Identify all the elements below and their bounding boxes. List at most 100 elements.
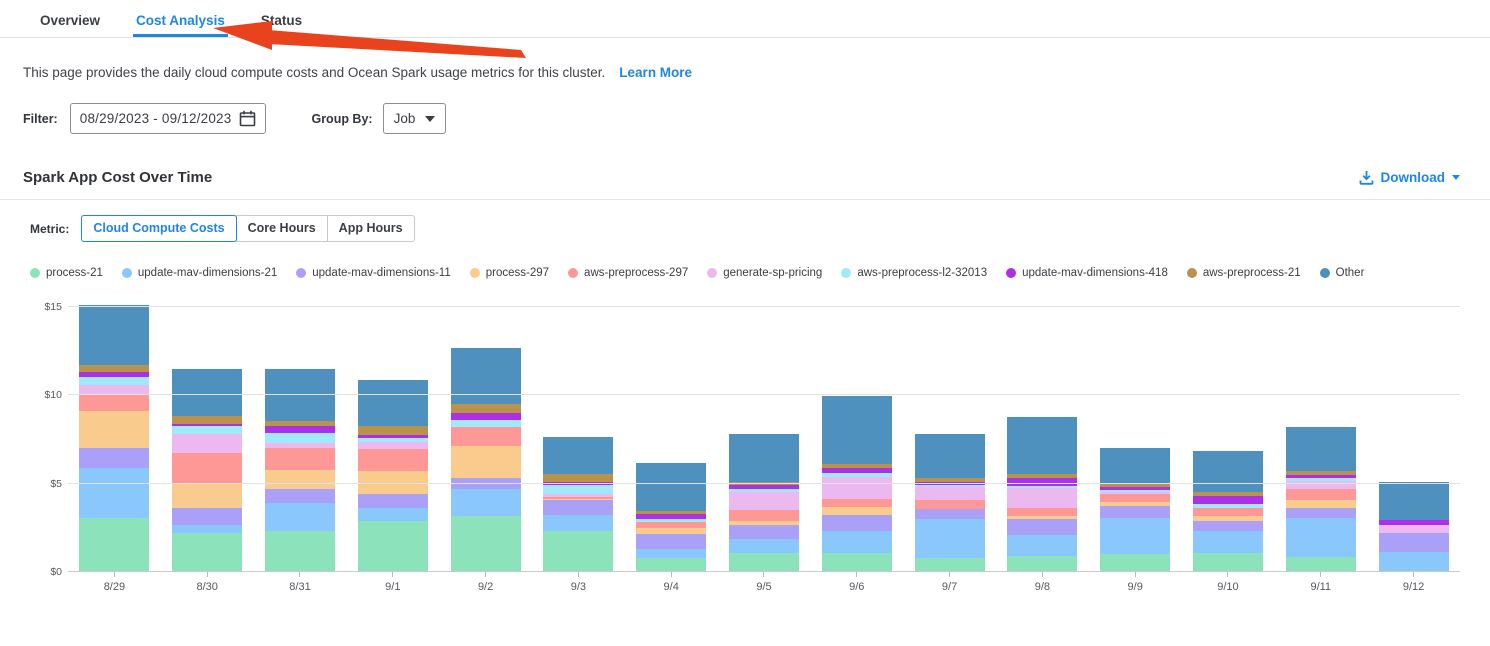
bar-segment-process-297[interactable] xyxy=(451,446,521,478)
legend-item-generate-sp-pricing[interactable]: generate-sp-pricing xyxy=(707,267,822,279)
bar-segment-generate-sp-pricing[interactable] xyxy=(915,487,985,499)
bar-segment-update-mav-dimensions-21[interactable] xyxy=(1100,518,1170,554)
bar-segment-process-21[interactable] xyxy=(822,553,892,572)
bar-segment-other[interactable] xyxy=(543,437,613,474)
legend-item-update-mav-dimensions-11[interactable]: update-mav-dimensions-11 xyxy=(296,267,451,279)
bar-segment-update-mav-dimensions-21[interactable] xyxy=(636,549,706,558)
bar-segment-aws-preprocess-l2-32013[interactable] xyxy=(265,433,335,443)
bar-segment-aws-preprocess-21[interactable] xyxy=(172,416,242,424)
bar-segment-process-21[interactable] xyxy=(265,531,335,572)
bar-segment-aws-preprocess-297[interactable] xyxy=(1193,508,1263,517)
group-by-select[interactable]: Job xyxy=(383,103,447,134)
bar-segment-aws-preprocess-l2-32013[interactable] xyxy=(79,377,149,385)
learn-more-link[interactable]: Learn More xyxy=(619,65,692,80)
legend-item-aws-preprocess-l2-32013[interactable]: aws-preprocess-l2-32013 xyxy=(841,267,987,279)
bar-segment-aws-preprocess-297[interactable] xyxy=(451,427,521,446)
bar-segment-generate-sp-pricing[interactable] xyxy=(79,385,149,395)
metric-option-app-hours[interactable]: App Hours xyxy=(327,215,415,242)
bar-segment-process-21[interactable] xyxy=(1007,556,1077,572)
bar-segment-process-21[interactable] xyxy=(543,531,613,572)
legend-item-other[interactable]: Other xyxy=(1320,267,1365,279)
bar-segment-generate-sp-pricing[interactable] xyxy=(172,434,242,453)
tab-overview[interactable]: Overview xyxy=(37,0,103,37)
legend-item-aws-preprocess-21[interactable]: aws-preprocess-21 xyxy=(1187,267,1301,279)
bar-segment-aws-preprocess-297[interactable] xyxy=(172,453,242,483)
bar-segment-update-mav-dimensions-11[interactable] xyxy=(1379,533,1449,552)
bar-segment-aws-preprocess-297[interactable] xyxy=(915,500,985,510)
bar-segment-update-mav-dimensions-11[interactable] xyxy=(1007,519,1077,535)
bar-segment-other[interactable] xyxy=(1100,448,1170,482)
bar-segment-other[interactable] xyxy=(1193,451,1263,492)
bar-segment-generate-sp-pricing[interactable] xyxy=(358,442,428,449)
bar-segment-aws-preprocess-l2-32013[interactable] xyxy=(451,420,521,427)
bar-segment-update-mav-dimensions-21[interactable] xyxy=(915,519,985,558)
legend-item-update-mav-dimensions-418[interactable]: update-mav-dimensions-418 xyxy=(1006,267,1168,279)
bar-segment-aws-preprocess-297[interactable] xyxy=(1100,494,1170,502)
bar-segment-update-mav-dimensions-21[interactable] xyxy=(1286,518,1356,557)
bar-segment-update-mav-dimensions-11[interactable] xyxy=(729,525,799,539)
bar-segment-process-21[interactable] xyxy=(1193,553,1263,572)
stacked-bar-9-3[interactable] xyxy=(543,437,613,572)
bar-segment-update-mav-dimensions-11[interactable] xyxy=(358,494,428,508)
bar-segment-aws-preprocess-297[interactable] xyxy=(1286,489,1356,500)
bar-segment-update-mav-dimensions-21[interactable] xyxy=(265,503,335,531)
bar-segment-other[interactable] xyxy=(1007,417,1077,474)
bar-segment-update-mav-dimensions-11[interactable] xyxy=(172,508,242,525)
stacked-bar-9-1[interactable] xyxy=(358,380,428,572)
bar-segment-process-21[interactable] xyxy=(451,516,521,572)
bar-segment-aws-preprocess-297[interactable] xyxy=(1007,508,1077,516)
bar-segment-other[interactable] xyxy=(636,463,706,512)
bar-segment-other[interactable] xyxy=(1286,427,1356,471)
bar-segment-other[interactable] xyxy=(915,434,985,477)
bar-segment-process-21[interactable] xyxy=(636,558,706,572)
bar-segment-aws-preprocess-l2-32013[interactable] xyxy=(172,426,242,434)
bar-segment-aws-preprocess-21[interactable] xyxy=(451,404,521,413)
date-range-picker[interactable]: 08/29/2023 - 09/12/2023 xyxy=(70,103,267,134)
bar-segment-update-mav-dimensions-21[interactable] xyxy=(1007,535,1077,556)
bar-segment-other[interactable] xyxy=(79,305,149,365)
stacked-bar-9-7[interactable] xyxy=(915,434,985,572)
bar-segment-process-21[interactable] xyxy=(1286,557,1356,572)
stacked-bar-9-11[interactable] xyxy=(1286,427,1356,572)
legend-item-update-mav-dimensions-21[interactable]: update-mav-dimensions-21 xyxy=(122,267,277,279)
bar-segment-process-297[interactable] xyxy=(822,507,892,516)
bar-segment-update-mav-dimensions-21[interactable] xyxy=(79,468,149,518)
legend-item-process-297[interactable]: process-297 xyxy=(470,267,549,279)
calendar-icon[interactable] xyxy=(239,110,256,127)
bar-segment-other[interactable] xyxy=(451,348,521,405)
bar-segment-update-mav-dimensions-21[interactable] xyxy=(1379,552,1449,572)
bar-segment-update-mav-dimensions-11[interactable] xyxy=(1100,506,1170,518)
metric-option-core-hours[interactable]: Core Hours xyxy=(236,215,328,242)
metric-option-cloud-compute-costs[interactable]: Cloud Compute Costs xyxy=(81,215,236,242)
bar-segment-generate-sp-pricing[interactable] xyxy=(1379,525,1449,533)
stacked-bar-9-9[interactable] xyxy=(1100,448,1170,572)
bar-segment-update-mav-dimensions-11[interactable] xyxy=(1286,508,1356,519)
date-range-value[interactable]: 08/29/2023 - 09/12/2023 xyxy=(80,111,232,126)
bar-segment-update-mav-dimensions-418[interactable] xyxy=(265,426,335,433)
bar-segment-update-mav-dimensions-21[interactable] xyxy=(729,539,799,552)
bar-segment-generate-sp-pricing[interactable] xyxy=(1007,488,1077,507)
bar-segment-update-mav-dimensions-21[interactable] xyxy=(543,515,613,532)
bar-segment-other[interactable] xyxy=(358,380,428,427)
bar-segment-aws-preprocess-297[interactable] xyxy=(729,510,799,521)
bar-segment-process-21[interactable] xyxy=(79,518,149,572)
bar-segment-other[interactable] xyxy=(822,396,892,464)
tab-status[interactable]: Status xyxy=(258,0,305,37)
bar-segment-update-mav-dimensions-21[interactable] xyxy=(172,525,242,533)
stacked-bar-9-10[interactable] xyxy=(1193,451,1263,572)
bar-segment-aws-preprocess-297[interactable] xyxy=(358,449,428,471)
bar-segment-update-mav-dimensions-11[interactable] xyxy=(915,509,985,519)
bar-segment-other[interactable] xyxy=(729,434,799,482)
bar-segment-process-21[interactable] xyxy=(358,521,428,572)
bar-segment-update-mav-dimensions-21[interactable] xyxy=(1193,531,1263,553)
bar-segment-aws-preprocess-297[interactable] xyxy=(265,448,335,469)
stacked-bar-9-6[interactable] xyxy=(822,396,892,572)
bar-segment-update-mav-dimensions-11[interactable] xyxy=(79,448,149,467)
bar-segment-other[interactable] xyxy=(172,369,242,416)
stacked-bar-9-2[interactable] xyxy=(451,348,521,572)
stacked-bar-8-29[interactable] xyxy=(79,305,149,572)
bar-segment-other[interactable] xyxy=(1379,482,1449,520)
bar-segment-update-mav-dimensions-418[interactable] xyxy=(451,413,521,420)
bar-segment-aws-preprocess-21[interactable] xyxy=(358,426,428,435)
bar-segment-update-mav-dimensions-11[interactable] xyxy=(822,515,892,530)
